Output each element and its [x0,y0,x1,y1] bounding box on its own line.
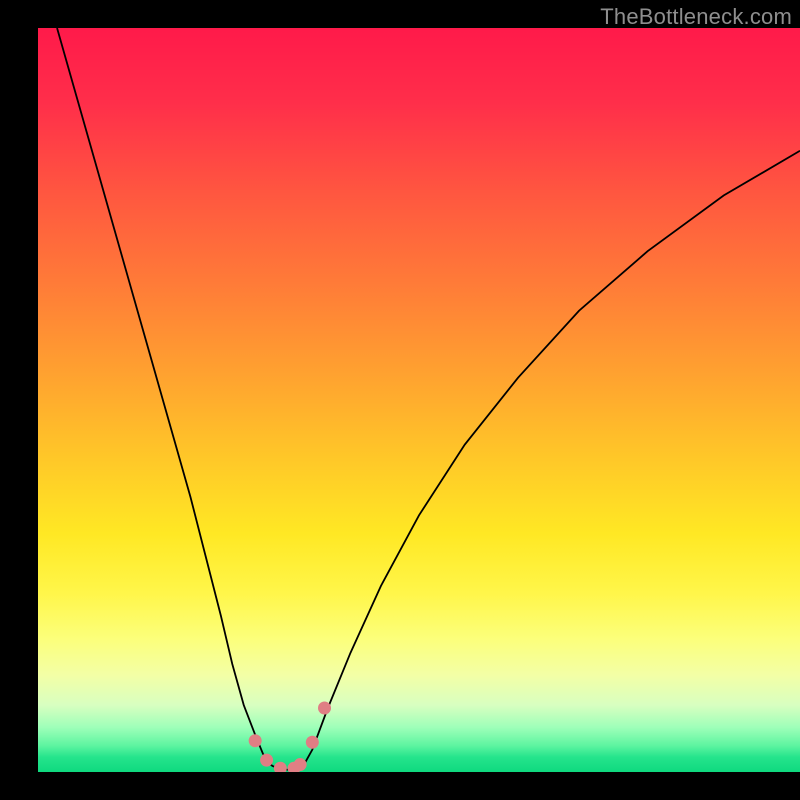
plot-area [38,28,800,772]
curve-svg [38,28,800,772]
attribution-label: TheBottleneck.com [600,4,792,30]
marker-point [274,762,287,772]
chart-container: TheBottleneck.com [0,0,800,800]
marker-point [294,758,307,771]
highlight-markers [249,702,331,772]
marker-point [249,734,262,747]
marker-point [306,736,319,749]
marker-point [260,754,273,767]
marker-point [318,702,331,715]
bottleneck-curve [57,28,800,770]
